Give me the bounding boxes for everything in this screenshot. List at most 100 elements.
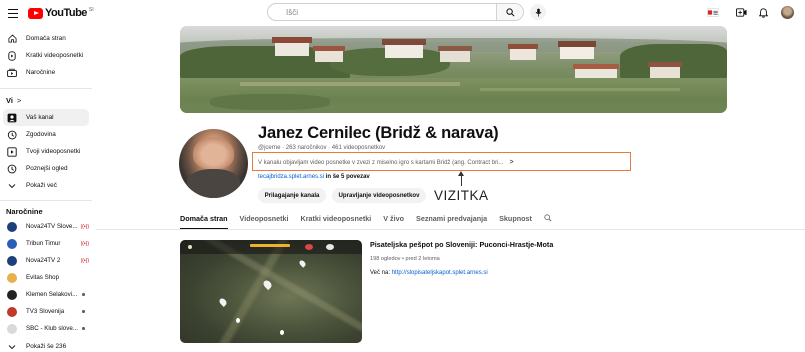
search-bar bbox=[267, 3, 524, 21]
customize-channel-button[interactable]: Prilagajanje kanala bbox=[258, 188, 326, 203]
search-icon bbox=[544, 214, 552, 222]
subscription-item[interactable]: TV3 Slovenija bbox=[3, 303, 89, 320]
account-avatar[interactable] bbox=[781, 6, 794, 19]
channel-avatar-icon bbox=[7, 289, 17, 300]
search-input[interactable] bbox=[268, 4, 496, 20]
subscriptions-icon bbox=[7, 68, 17, 78]
sidebar-item-label: Poznejši ogled bbox=[26, 165, 68, 172]
sidebar-item-label: Tvoji videoposnetki bbox=[26, 148, 81, 155]
featured-video-description: Več na: http://slopisateljskapot.splet.a… bbox=[370, 270, 488, 276]
chevron-right-icon: > bbox=[509, 159, 514, 166]
sidebar-item-label: Kratki videoposnetki bbox=[26, 52, 84, 59]
featured-video-meta: 198 ogledov • pred 2 letoma bbox=[370, 256, 440, 262]
watch-later-icon bbox=[7, 164, 17, 174]
microphone-icon bbox=[535, 8, 541, 16]
subscription-label: TV3 Slovenija bbox=[26, 308, 65, 315]
chevron-down-icon bbox=[7, 181, 17, 191]
sidebar-item-history[interactable]: Zgodovina bbox=[3, 126, 89, 143]
channel-avatar-icon bbox=[7, 221, 17, 232]
tab-home[interactable]: Domača stran bbox=[180, 214, 228, 229]
featured-video-thumbnail[interactable] bbox=[180, 240, 362, 343]
subscription-label: SBC - Klub slove... bbox=[26, 325, 78, 332]
sidebar-item-label: Vaš kanal bbox=[26, 114, 54, 121]
sidebar-item-shorts[interactable]: Kratki videoposnetki bbox=[3, 47, 89, 64]
new-content-dot-icon bbox=[82, 293, 85, 296]
sidebar-item-label: Zgodovina bbox=[26, 131, 56, 138]
sidebar-item-show-more[interactable]: Pokaži več bbox=[3, 177, 89, 194]
channel-avatar-icon bbox=[7, 272, 17, 283]
channel-avatar-icon bbox=[7, 323, 17, 334]
channel-avatar-icon bbox=[7, 255, 17, 266]
sidebar-item-your-channel[interactable]: Vaš kanal bbox=[3, 109, 89, 126]
live-icon: ((•)) bbox=[80, 257, 89, 264]
annotation-arrow-icon bbox=[458, 171, 464, 176]
channel-links: tecajbridza.splet.arnes.si in še 5 povez… bbox=[258, 174, 370, 180]
tab-shorts[interactable]: Kratki videoposnetki bbox=[301, 214, 372, 229]
channel-avatar[interactable] bbox=[179, 129, 248, 198]
shorts-icon bbox=[7, 50, 17, 61]
subscriptions-heading: Naročnine bbox=[6, 207, 43, 216]
subscription-item[interactable]: Evitas Shop bbox=[3, 269, 89, 286]
more-links[interactable]: in še 5 povezav bbox=[326, 174, 370, 180]
sidebar-item-label: Pokaži še 236 bbox=[26, 343, 67, 350]
sidebar-item-label: Pokaži več bbox=[26, 182, 57, 189]
channel-description[interactable]: V kanalu objavljam video posnetke v zvez… bbox=[258, 159, 514, 166]
tab-videos[interactable]: Videoposnetki bbox=[240, 214, 289, 229]
notifications-bell-icon[interactable] bbox=[757, 7, 769, 18]
live-icon: ((•)) bbox=[80, 240, 89, 247]
you-heading-label: Vi bbox=[6, 96, 13, 105]
your-videos-icon bbox=[7, 146, 17, 157]
channel-tabs: Domača stran Videoposnetki Kratki videop… bbox=[180, 214, 564, 229]
logo-text: YouTube bbox=[45, 7, 87, 19]
subscription-label: Klemen Selakovi... bbox=[26, 291, 78, 298]
sidebar-item-show-more-subs[interactable]: Pokaži še 236 bbox=[3, 338, 89, 352]
top-bar: YouTube SI bbox=[0, 0, 805, 26]
subscription-item[interactable]: Nova24TV 2 ((•)) bbox=[3, 252, 89, 269]
subscription-item[interactable]: Nova24TV Slove... ((•)) bbox=[3, 218, 89, 235]
live-icon: ((•)) bbox=[80, 223, 89, 230]
channel-avatar-icon bbox=[7, 238, 17, 249]
sidebar-item-label: Naročnine bbox=[26, 69, 56, 76]
sidebar-item-home[interactable]: Domača stran bbox=[3, 30, 89, 47]
sidebar: Domača stran Kratki videoposnetki Naročn… bbox=[0, 26, 96, 352]
subscription-item[interactable]: Tribun Timur ((•)) bbox=[3, 235, 89, 252]
you-section-heading[interactable]: Vi > bbox=[6, 96, 21, 105]
chevron-down-icon bbox=[7, 342, 17, 352]
channel-avatar-icon bbox=[7, 306, 17, 317]
studio-flag-icon[interactable] bbox=[707, 7, 719, 18]
manage-videos-button[interactable]: Upravljanje videoposnetkov bbox=[332, 188, 426, 203]
history-icon bbox=[7, 130, 17, 140]
search-icon bbox=[505, 7, 514, 16]
sidebar-item-subscriptions[interactable]: Naročnine bbox=[3, 64, 89, 81]
search-button[interactable] bbox=[496, 4, 523, 20]
sidebar-item-your-videos[interactable]: Tvoji videoposnetki bbox=[3, 143, 89, 160]
create-video-icon[interactable] bbox=[735, 7, 747, 18]
voice-search-button[interactable] bbox=[530, 4, 546, 20]
subscription-label: Nova24TV Slove... bbox=[25, 223, 78, 230]
description-text: V kanalu objavljam video posnetke v zvez… bbox=[258, 159, 504, 166]
sidebar-divider bbox=[0, 88, 92, 89]
subscription-item[interactable]: SBC - Klub slove... bbox=[3, 320, 89, 337]
new-content-dot-icon bbox=[82, 310, 85, 313]
subscription-item[interactable]: Klemen Selakovi... bbox=[3, 286, 89, 303]
tab-playlists[interactable]: Seznami predvajanja bbox=[416, 214, 487, 229]
sidebar-divider bbox=[0, 200, 92, 201]
youtube-logo[interactable]: YouTube SI bbox=[28, 7, 94, 19]
home-icon bbox=[7, 34, 17, 44]
new-content-dot-icon bbox=[82, 327, 85, 330]
tab-community[interactable]: Skupnost bbox=[499, 214, 532, 229]
subscription-label: Nova24TV 2 bbox=[25, 257, 61, 264]
vizitka-annotation: VIZITKA bbox=[434, 188, 489, 203]
youtube-play-icon bbox=[28, 7, 43, 19]
description-prefix: Več na: bbox=[370, 270, 391, 276]
channel-link[interactable]: tecajbridza.splet.arnes.si bbox=[258, 174, 324, 180]
tab-live[interactable]: V živo bbox=[383, 214, 404, 229]
menu-icon[interactable] bbox=[8, 9, 18, 19]
sidebar-item-watch-later[interactable]: Poznejši ogled bbox=[3, 160, 89, 177]
channel-banner bbox=[180, 26, 727, 113]
description-link[interactable]: http://slopisateljskapot.splet.arnes.si bbox=[392, 270, 488, 276]
channel-search-button[interactable] bbox=[544, 214, 552, 229]
your-channel-icon bbox=[7, 113, 17, 123]
featured-video-title[interactable]: Pisateljska peš­pot po Sloveniji: Puconc… bbox=[370, 240, 553, 249]
logo-region: SI bbox=[88, 7, 94, 13]
